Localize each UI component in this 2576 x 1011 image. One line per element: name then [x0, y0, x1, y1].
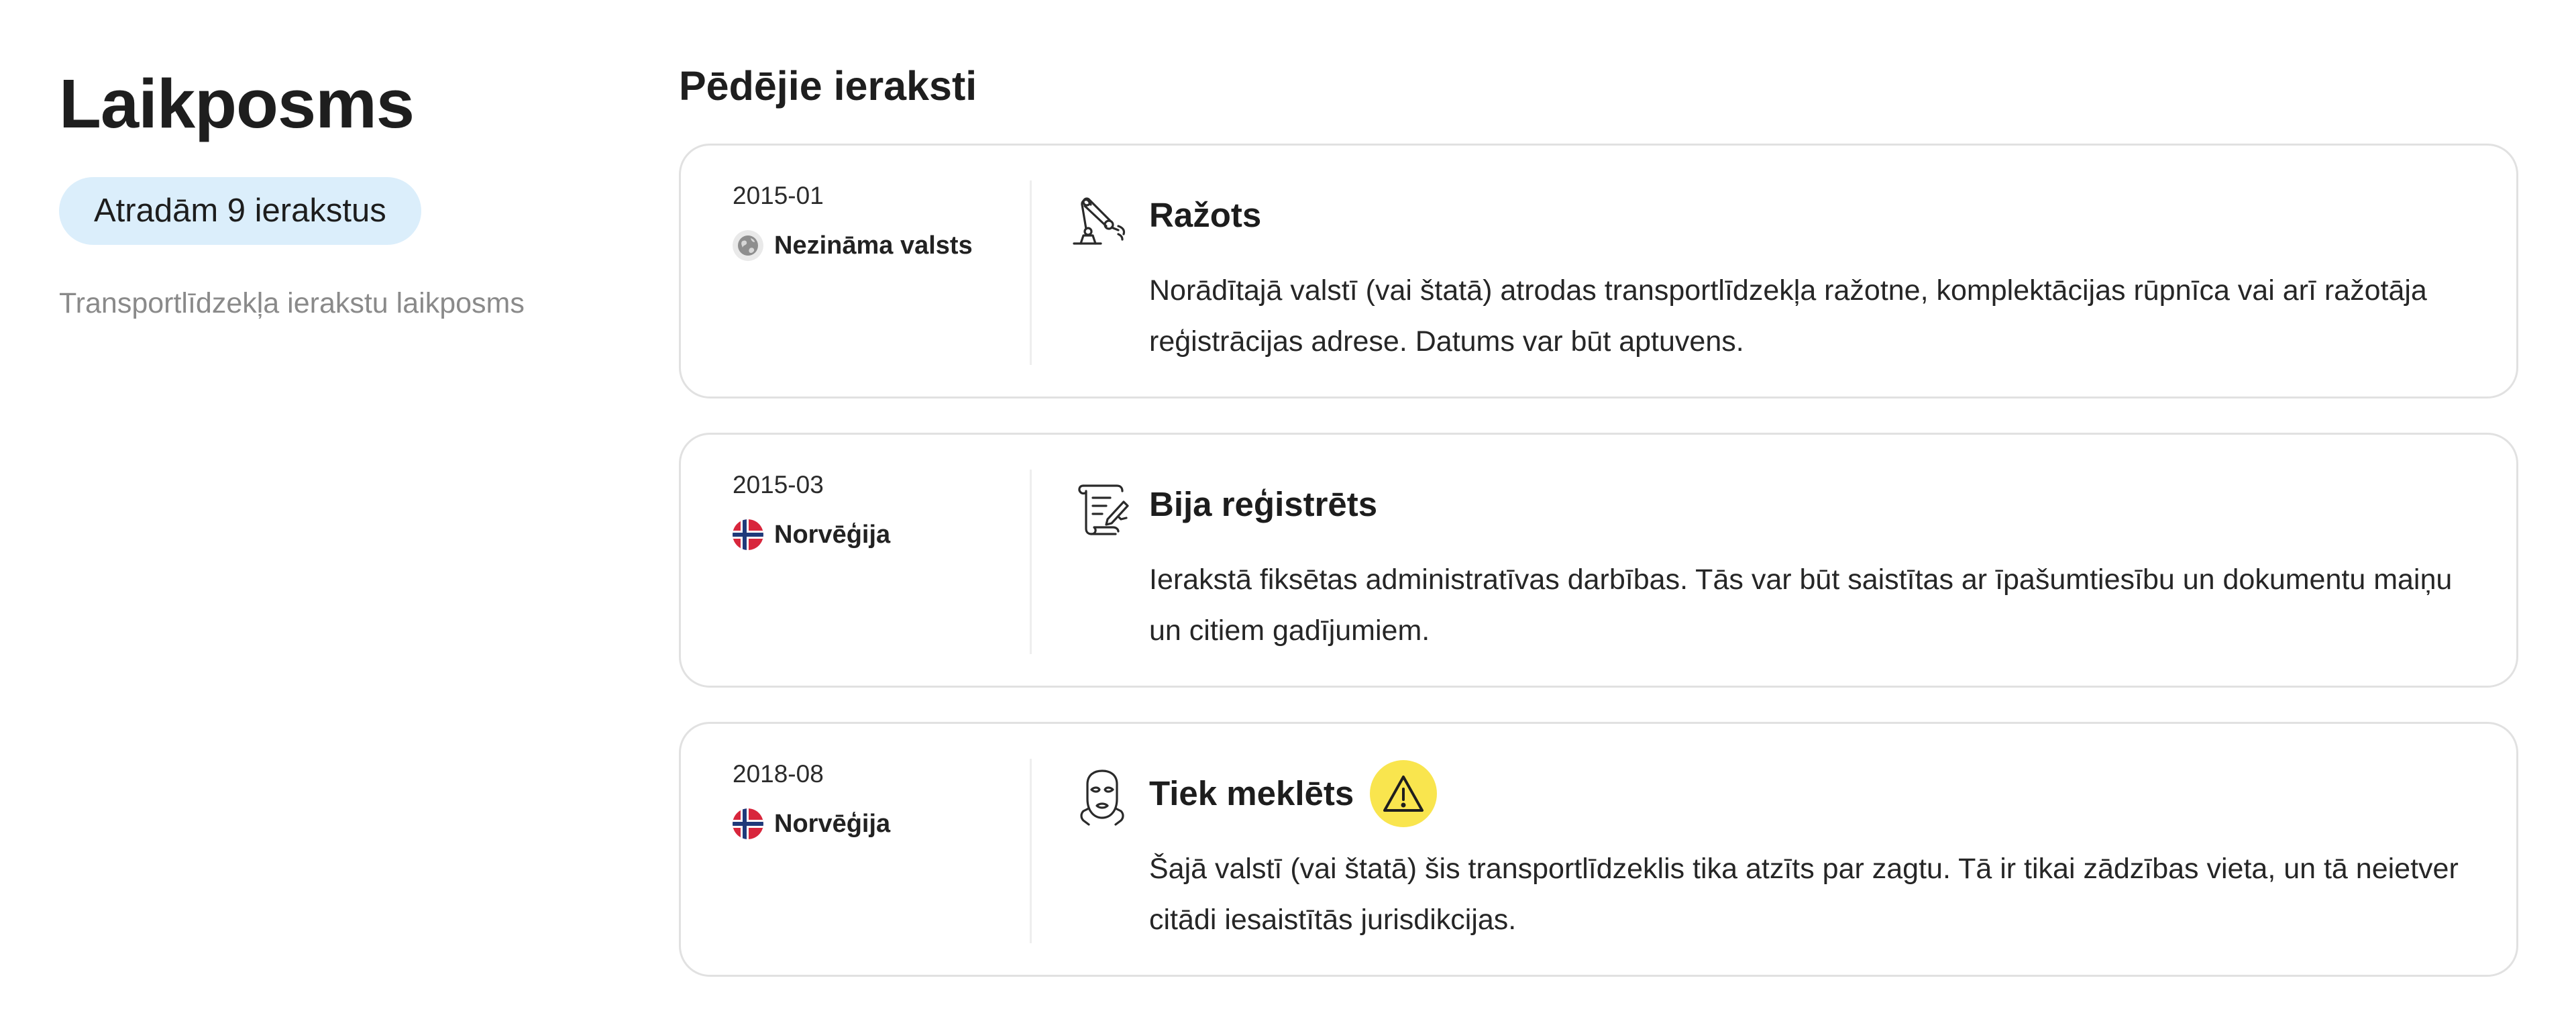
page-title: Laikposms — [59, 65, 415, 142]
globe-icon — [733, 230, 763, 261]
entry-meta: 2015-01 Nezināma valsts — [733, 180, 1028, 261]
timeline-list: 2015-01 Nezināma valsts Ražots Norādītaj… — [679, 144, 2518, 1011]
timeline-entry: 2015-03 Norvēģija Bija reģistrēts Ieraks… — [679, 433, 2518, 688]
records-count-badge: Atradām 9 ierakstus — [59, 177, 421, 245]
country-name: Norvēģija — [774, 521, 891, 549]
norway-flag-icon — [733, 519, 763, 550]
event-title-row: Tiek meklēts — [1149, 759, 1438, 829]
event-title: Tiek meklēts — [1149, 774, 1354, 812]
event-title-row: Ražots — [1149, 180, 1261, 250]
document-scroll-icon — [1078, 484, 1129, 535]
event-description: Norādītajā valstī (vai štatā) atrodas tr… — [1149, 274, 2427, 358]
entry-date: 2015-01 — [733, 182, 824, 209]
robot-arm-icon — [1073, 197, 1126, 245]
entry-meta: 2015-03 Norvēģija — [733, 470, 1028, 550]
event-title: Ražots — [1149, 196, 1262, 234]
entry-country: Nezināma valsts — [733, 230, 1028, 261]
event-title: Bija reģistrēts — [1149, 485, 1378, 523]
entry-country: Norvēģija — [733, 519, 1028, 550]
event-title-row: Bija reģistrēts — [1149, 470, 1377, 539]
sidebar-subtitle: Transportlīdzekļa ierakstu laikposms — [59, 287, 525, 319]
country-name: Norvēģija — [774, 810, 891, 838]
timeline-entry: 2018-08 Norvēģija Tiek meklēts Šajā vals… — [679, 722, 2518, 977]
entry-divider — [1030, 759, 1032, 943]
warning-badge — [1370, 760, 1438, 827]
entry-divider — [1030, 180, 1032, 365]
event-description: Šajā valstī (vai štatā) šis transportlīd… — [1149, 853, 2459, 936]
event-description: Ierakstā fiksētas administratīvas darbīb… — [1149, 564, 2453, 647]
entry-country: Norvēģija — [733, 808, 1028, 839]
timeline-entry: 2015-01 Nezināma valsts Ražots Norādītaj… — [679, 144, 2518, 398]
entry-meta: 2018-08 Norvēģija — [733, 759, 1028, 839]
country-name: Nezināma valsts — [774, 231, 973, 260]
thief-mask-icon — [1080, 769, 1124, 826]
entry-date: 2015-03 — [733, 471, 824, 498]
entry-date: 2018-08 — [733, 760, 824, 788]
warning-icon — [1383, 776, 1424, 812]
section-title: Pēdējie ieraksti — [679, 63, 977, 109]
norway-flag-icon — [733, 808, 763, 839]
entry-divider — [1030, 470, 1032, 654]
